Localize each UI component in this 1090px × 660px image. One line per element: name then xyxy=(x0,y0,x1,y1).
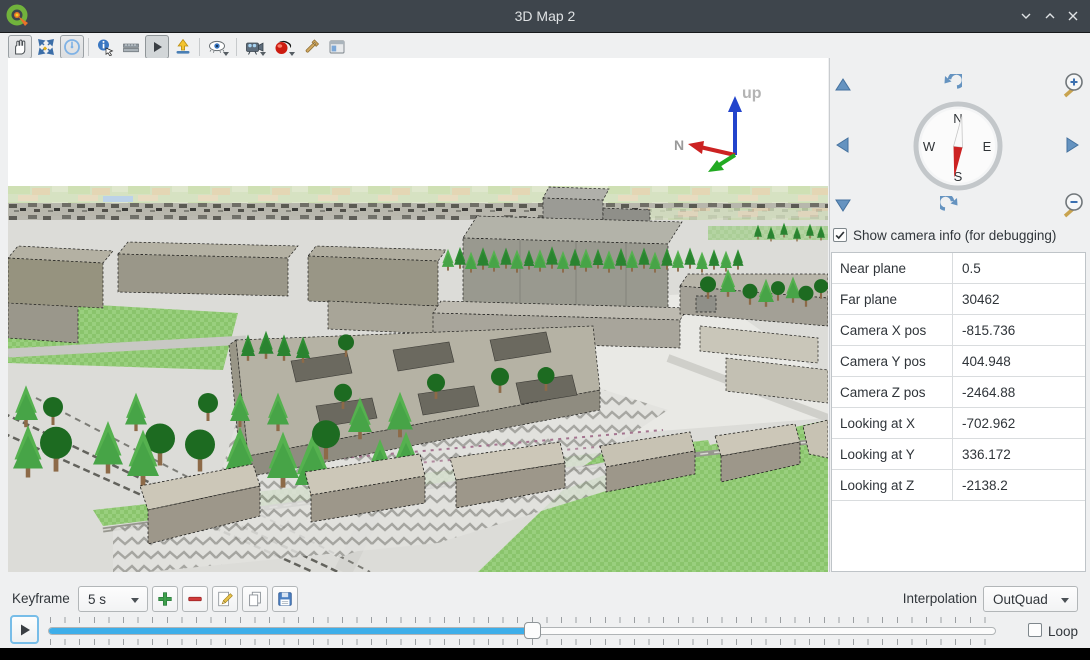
pan-right-button[interactable] xyxy=(1064,136,1082,154)
ruler-icon xyxy=(122,38,140,56)
dock-view-button[interactable] xyxy=(325,35,349,59)
play-icon xyxy=(148,38,166,56)
on-screen-navigation-button[interactable] xyxy=(60,35,84,59)
table-row: Looking at Z-2138.2 xyxy=(832,470,1085,501)
combo-caret-icon xyxy=(1061,598,1069,603)
play-animation-button[interactable] xyxy=(10,615,39,644)
remove-keyframe-button[interactable] xyxy=(182,586,208,612)
camera-info-table: Near plane0.5 Far plane30462 Camera X po… xyxy=(831,252,1086,572)
compass-w: W xyxy=(923,139,936,154)
play-icon xyxy=(18,623,32,637)
measurement-line-button[interactable] xyxy=(119,35,143,59)
export-up-arrow-icon xyxy=(174,38,192,56)
panel-divider xyxy=(829,58,830,572)
table-row: Camera X pos-815.736 xyxy=(832,315,1085,346)
keyframe-value: 5 s xyxy=(88,592,106,607)
interpolation-label: Interpolation xyxy=(860,591,977,606)
qgis-3d-map-window: 3D Map 2 xyxy=(0,0,1090,648)
table-row: Camera Z pos-2464.88 xyxy=(832,377,1085,408)
toolbar-separator xyxy=(88,38,89,56)
floppy-save-icon xyxy=(276,590,294,608)
minimize-button[interactable] xyxy=(1018,8,1034,24)
table-row: Camera Y pos404.948 xyxy=(832,346,1085,377)
keyframe-label: Keyframe xyxy=(12,591,70,606)
dropdown-caret-icon xyxy=(260,52,266,56)
animations-button[interactable] xyxy=(145,35,169,59)
copy-icon xyxy=(246,590,264,608)
camera-info-label: Show camera info (for debugging) xyxy=(853,228,1056,243)
zoom-full-button[interactable] xyxy=(34,35,58,59)
zoom-out-button[interactable] xyxy=(1058,192,1084,218)
toolbar xyxy=(0,33,1090,58)
check-icon xyxy=(834,229,846,241)
keyframe-combobox[interactable]: 5 s xyxy=(78,586,148,612)
zoom-full-icon xyxy=(37,38,55,56)
pencil-icon xyxy=(216,590,234,608)
titlebar[interactable]: 3D Map 2 xyxy=(0,0,1090,33)
show-camera-info-checkbox[interactable] xyxy=(833,228,847,242)
view-themes-button[interactable] xyxy=(204,35,231,59)
hand-icon xyxy=(11,38,29,56)
configure-button[interactable] xyxy=(299,35,323,59)
combo-caret-icon xyxy=(131,598,139,603)
identify-icon xyxy=(96,38,114,56)
tilt-down-button[interactable] xyxy=(834,196,852,214)
camera-pan-button[interactable] xyxy=(8,35,32,59)
camera-menu-button[interactable] xyxy=(241,35,268,59)
zoom-in-button[interactable] xyxy=(1058,72,1084,98)
add-keyframe-button[interactable] xyxy=(152,586,178,612)
rotate-ccw-button[interactable] xyxy=(940,74,962,96)
pan-left-button[interactable] xyxy=(833,136,851,154)
axis-up-label: up xyxy=(742,85,762,102)
slider-handle[interactable] xyxy=(524,622,541,639)
plus-icon xyxy=(156,590,174,608)
toolbar-separator xyxy=(199,38,200,56)
dropdown-caret-icon xyxy=(289,52,295,56)
rotate-cw-button[interactable] xyxy=(940,196,962,218)
navigation-dial-icon xyxy=(63,38,81,56)
slider-ticks-bottom xyxy=(50,639,994,645)
identify-button[interactable] xyxy=(93,35,117,59)
slider-fill xyxy=(49,628,527,634)
edit-keyframe-button[interactable] xyxy=(212,586,238,612)
save-animation-button[interactable] xyxy=(272,586,298,612)
sky xyxy=(8,58,828,200)
tilt-up-button[interactable] xyxy=(834,76,852,94)
compass[interactable]: N E S W xyxy=(912,100,1004,192)
interpolation-value: OutQuad xyxy=(993,592,1048,607)
loop-checkbox[interactable] xyxy=(1028,623,1042,637)
dropdown-caret-icon xyxy=(223,52,229,56)
maximize-button[interactable] xyxy=(1042,8,1058,24)
table-row: Looking at X-702.962 xyxy=(832,408,1085,439)
close-button[interactable] xyxy=(1065,8,1081,24)
toolbar-separator xyxy=(236,38,237,56)
minus-icon xyxy=(186,590,204,608)
table-row: Far plane30462 xyxy=(832,284,1085,315)
table-row: Near plane0.5 xyxy=(832,253,1085,284)
wrench-icon xyxy=(302,38,320,56)
compass-e: E xyxy=(983,139,992,154)
window-title: 3D Map 2 xyxy=(0,0,1090,32)
export-scene-button[interactable] xyxy=(171,35,195,59)
table-row: Looking at Y336.172 xyxy=(832,439,1085,470)
3d-scene: up N xyxy=(8,58,828,572)
interpolation-combobox[interactable]: OutQuad xyxy=(983,586,1078,612)
dock-window-icon xyxy=(328,38,346,56)
animation-slider[interactable] xyxy=(48,627,996,635)
loop-label: Loop xyxy=(1048,624,1078,639)
3d-viewport[interactable]: up N xyxy=(8,58,828,572)
duplicate-keyframe-button[interactable] xyxy=(242,586,268,612)
slider-ticks-top xyxy=(50,617,994,623)
axis-north-label: N xyxy=(674,137,684,153)
effects-button[interactable] xyxy=(271,35,297,59)
